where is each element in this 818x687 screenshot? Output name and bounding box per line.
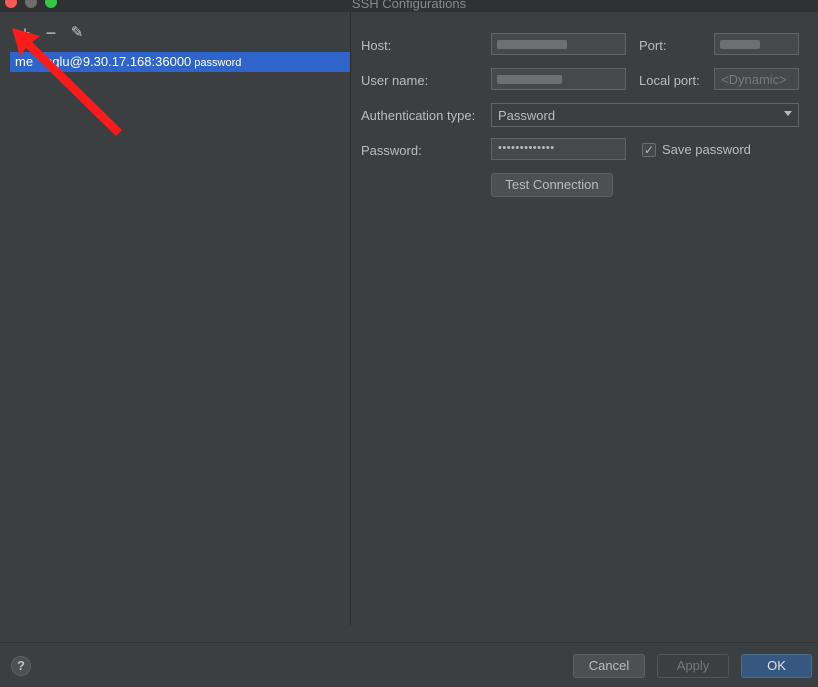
auth-type-label: Authentication type: (361, 108, 476, 123)
ok-button[interactable]: OK (741, 654, 812, 678)
redaction-blur (720, 40, 760, 49)
edit-icon[interactable]: ✎ (68, 24, 86, 42)
test-connection-button[interactable]: Test Connection (491, 173, 613, 197)
apply-button[interactable]: Apply (657, 654, 729, 678)
list-item-auth-tag: password (194, 57, 242, 69)
auth-type-select[interactable]: Password (491, 103, 799, 127)
username-label: User name: (361, 73, 429, 88)
title-bar: SSH Configurations (0, 0, 818, 12)
list-item[interactable]: me nglu@9.30.17.168:36000 password (10, 52, 350, 72)
add-icon[interactable]: + (16, 24, 34, 42)
redaction-blur (497, 75, 562, 84)
port-label: Port: (639, 38, 667, 53)
panel-divider (350, 12, 351, 625)
password-label: Password: (361, 143, 422, 158)
window-title: SSH Configurations (351, 0, 467, 11)
list-item-name-prefix: me (15, 54, 34, 69)
local-port-input[interactable]: <Dynamic> (714, 68, 799, 90)
footer-divider (0, 642, 818, 643)
configurations-list-panel (0, 12, 350, 642)
save-password-label: Save password (662, 142, 751, 157)
password-input[interactable]: ••••••••••••• (491, 138, 626, 160)
checkmark-icon: ✓ (643, 143, 655, 157)
dropdown-caret-icon (784, 111, 792, 116)
local-port-label: Local port: (639, 73, 700, 88)
list-item-label: me nglu@9.30.17.168:36000 password (15, 54, 241, 69)
redaction-blur (497, 40, 567, 49)
list-item-name: nglu@9.30.17.168:36000 (45, 54, 192, 69)
host-label: Host: (361, 38, 392, 53)
cancel-button[interactable]: Cancel (573, 654, 645, 678)
auth-type-value: Password (498, 108, 556, 123)
remove-icon[interactable]: − (42, 24, 60, 42)
help-icon[interactable]: ? (11, 656, 31, 676)
save-password-checkbox[interactable]: ✓ (642, 143, 656, 157)
